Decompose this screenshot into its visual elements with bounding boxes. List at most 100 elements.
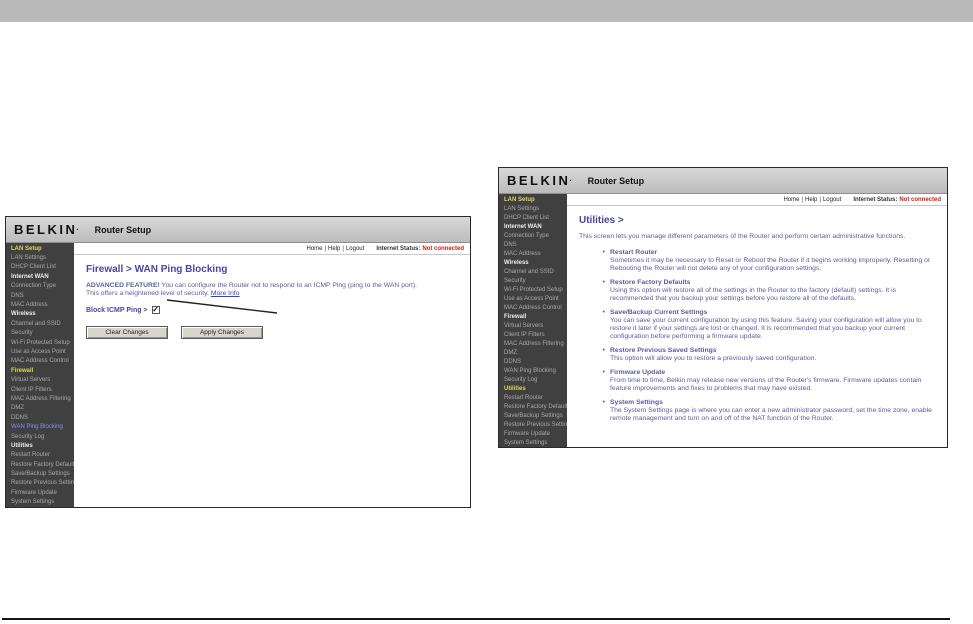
sidebar-item[interactable]: MAC Address <box>6 300 74 309</box>
bullet-icon: • <box>602 309 605 316</box>
clear-changes-button[interactable]: Clear Changes <box>86 326 168 339</box>
internet-status-value: Not connected <box>422 245 464 252</box>
logout-link[interactable]: Logout <box>346 246 364 252</box>
sidebar-item[interactable]: MAC Address Control <box>499 303 567 312</box>
block-icmp-ping-checkbox[interactable]: ✓ <box>151 306 160 314</box>
utility-item-title: Restore Factory Defaults <box>610 279 691 286</box>
sidebar-item[interactable]: DNS <box>499 240 567 249</box>
sidebar-item[interactable]: Internet WAN <box>6 272 74 281</box>
sidebar-item[interactable]: Internet WAN <box>499 222 567 231</box>
sidebar-item[interactable]: LAN Setup <box>6 244 74 253</box>
sidebar-item[interactable]: Security <box>6 329 74 338</box>
sidebar-item[interactable]: DHCP Client List <box>499 213 567 222</box>
home-link[interactable]: Home <box>306 246 322 252</box>
screenshot-utilities: BELKIN. Router Setup LAN Setup LAN Setti… <box>498 167 948 448</box>
internet-status-label: Internet Status: <box>853 196 898 203</box>
utility-links-bar: Home | Help | Logout Internet Status: No… <box>567 194 947 206</box>
app-header: BELKIN. Router Setup <box>499 168 947 194</box>
sidebar-item[interactable]: Firewall <box>6 366 74 375</box>
utilities-list: • Restart Router Sometimes it may be nec… <box>579 249 937 423</box>
app-title: Router Setup <box>587 175 645 186</box>
sidebar-item[interactable]: Channel and SSID <box>499 267 567 276</box>
sidebar-item[interactable]: WAN Ping Blocking <box>499 366 567 375</box>
bullet-icon: • <box>602 279 605 286</box>
nav-separator: | <box>324 245 327 252</box>
sidebar-item[interactable]: Restore Factory Defaults <box>6 460 74 469</box>
sidebar-item[interactable]: Save/Backup Settings <box>499 411 567 420</box>
sidebar-item[interactable]: Wi-Fi Protected Setup <box>6 338 74 347</box>
sidebar-item[interactable]: Use as Access Point <box>499 294 567 303</box>
sidebar-item[interactable]: MAC Address Filtering <box>499 339 567 348</box>
sidebar-item[interactable]: DMZ <box>6 404 74 413</box>
more-info-link[interactable]: More Info <box>211 290 240 297</box>
sidebar-item[interactable]: DDNS <box>499 357 567 366</box>
sidebar-item[interactable]: LAN Settings <box>499 204 567 213</box>
advanced-feature-line: ADVANCED FEATURE! You can configure the … <box>86 282 460 290</box>
sidebar-item[interactable]: MAC Address <box>499 249 567 258</box>
utility-item: • System Settings The System Settings pa… <box>599 399 937 423</box>
utility-item-text: Using this option will restore all of th… <box>610 287 896 302</box>
utility-item-title: Firmware Update <box>610 369 666 376</box>
sidebar-item[interactable]: Firmware Update <box>499 429 567 438</box>
sidebar-item[interactable]: Firmware Update <box>6 488 74 497</box>
sidebar-item[interactable]: Save/Backup Settings <box>6 469 74 478</box>
main-panel: Home | Help | Logout Internet Status: No… <box>567 194 947 447</box>
apply-changes-button[interactable]: Apply Changes <box>181 326 263 339</box>
utility-item: • Save/Backup Current Settings You can s… <box>599 309 937 341</box>
utility-item-text: This option will allow you to restore a … <box>610 355 817 362</box>
sidebar-item[interactable]: Wireless <box>6 310 74 319</box>
sidebar-item[interactable]: Restart Router <box>6 451 74 460</box>
sidebar-item[interactable]: LAN Setup <box>499 195 567 204</box>
logout-link[interactable]: Logout <box>823 197 841 203</box>
internet-status-value: Not connected <box>899 196 941 203</box>
sidebar-item[interactable]: Firewall <box>499 312 567 321</box>
nav-separator: | <box>801 196 804 203</box>
sidebar-item[interactable]: Utilities <box>499 384 567 393</box>
sidebar-item[interactable]: Use as Access Point <box>6 347 74 356</box>
sidebar-item[interactable]: MAC Address Filtering <box>6 394 74 403</box>
utility-item-text: Sometimes it may be necessary to Reset o… <box>610 257 931 272</box>
bullet-icon: • <box>602 347 605 354</box>
sidebar-item[interactable]: WAN Ping Blocking <box>6 422 74 431</box>
sidebar-item[interactable]: Wi-Fi Protected Setup <box>499 285 567 294</box>
sidebar-item[interactable]: Security <box>499 276 567 285</box>
sidebar-item[interactable]: Restore Previous Settings <box>499 420 567 429</box>
sidebar-item[interactable]: System Settings <box>6 498 74 507</box>
main-panel: Home | Help | Logout Internet Status: No… <box>74 243 470 507</box>
utility-item-title: System Settings <box>610 399 663 406</box>
sidebar-item[interactable]: System Settings <box>499 438 567 447</box>
utility-item: • Restore Factory Defaults Using this op… <box>599 279 937 303</box>
sidebar-item[interactable]: Connection Type <box>499 231 567 240</box>
sidebar-item[interactable]: Security Log <box>6 432 74 441</box>
sidebar-item[interactable]: DNS <box>6 291 74 300</box>
utility-item-text: You can save your current configuration … <box>610 317 922 340</box>
sidebar-item[interactable]: Virtual Servers <box>499 321 567 330</box>
sidebar-item[interactable]: Security Log <box>499 375 567 384</box>
sidebar-item[interactable]: Restart Router <box>499 393 567 402</box>
help-link[interactable]: Help <box>328 246 340 252</box>
sidebar-item[interactable]: Client IP Filters <box>499 330 567 339</box>
sidebar-item[interactable]: DDNS <box>6 413 74 422</box>
sidebar-item[interactable]: MAC Address Control <box>6 357 74 366</box>
nav-separator: | <box>819 196 821 203</box>
sidebar-item[interactable]: LAN Settings <box>6 253 74 262</box>
sidebar-item[interactable]: Wireless <box>499 258 567 267</box>
belkin-logo: BELKIN <box>507 173 571 188</box>
sidebar-item[interactable]: DMZ <box>499 348 567 357</box>
page-bottom-rule <box>2 618 950 620</box>
sidebar-nav: LAN Setup LAN Settings DHCP Client List … <box>499 194 567 447</box>
sidebar-item[interactable]: Virtual Servers <box>6 375 74 384</box>
sidebar-item[interactable]: Channel and SSID <box>6 319 74 328</box>
utility-item-text: The System Settings page is where you ca… <box>610 407 932 422</box>
sidebar-item[interactable]: DHCP Client List <box>6 263 74 272</box>
belkin-logo-dot: . <box>76 223 79 232</box>
page-title: Utilities > <box>579 215 624 226</box>
home-link[interactable]: Home <box>783 197 799 203</box>
sidebar-item[interactable]: Connection Type <box>6 282 74 291</box>
sidebar-item[interactable]: Client IP Filters <box>6 385 74 394</box>
sidebar-item[interactable]: Utilities <box>6 441 74 450</box>
sidebar-item[interactable]: Restore Factory Defaults <box>499 402 567 411</box>
help-link[interactable]: Help <box>805 197 817 203</box>
sidebar-nav: LAN Setup LAN Settings DHCP Client List … <box>6 243 74 507</box>
sidebar-item[interactable]: Restore Previous Settings <box>6 479 74 488</box>
